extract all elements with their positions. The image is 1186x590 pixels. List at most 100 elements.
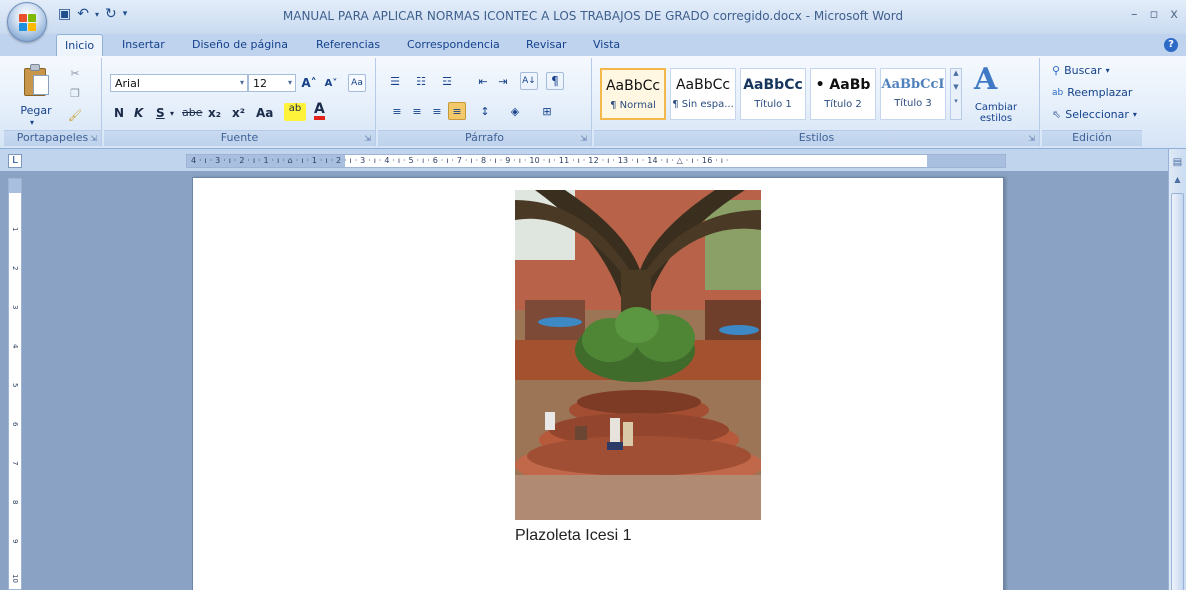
- horizontal-ruler[interactable]: 4 · ı · 3 · ı · 2 · ı · 1 · ı · ⌂ · ı · …: [186, 154, 1006, 168]
- find-label: Buscar: [1064, 64, 1102, 77]
- shading-icon[interactable]: ◈: [506, 102, 524, 120]
- scrollbar-thumb[interactable]: [1171, 193, 1184, 590]
- ruler-bar: L 4 · ı · 3 · ı · 2 · ı · 1 · ı · ⌂ · ı …: [0, 149, 1186, 171]
- vertical-ruler-tick: 4: [11, 344, 19, 349]
- style-name: ¶ Normal: [610, 100, 656, 111]
- more-styles-icon[interactable]: ▾: [951, 97, 961, 105]
- numbering-icon[interactable]: ☷: [412, 72, 430, 90]
- tab-revisar[interactable]: Revisar: [526, 38, 566, 51]
- tab-insertar[interactable]: Insertar: [122, 38, 165, 51]
- style-sin-espaciado[interactable]: AaBbCc ¶ Sin espa...: [670, 68, 736, 120]
- title-bar: ▣ ↶ ▾ ↻ ▾ MANUAL PARA APLICAR NORMAS ICO…: [0, 0, 1186, 42]
- cut-icon[interactable]: ✂: [66, 64, 84, 82]
- group-parrafo: ☰ ☷ ☲ ⇤ ⇥ A↓ ¶ ≡ ≡ ≡ ≡ ↕ ◈ ⊞ Párrafo ⇲: [378, 58, 592, 146]
- style-titulo-2[interactable]: • AaBb Título 2: [810, 68, 876, 120]
- grow-font-icon[interactable]: A˄: [300, 74, 318, 92]
- find-button[interactable]: ⚲ Buscar ▾: [1052, 64, 1110, 77]
- bold-button[interactable]: N: [114, 106, 124, 120]
- vertical-ruler-tick: 10: [11, 574, 19, 583]
- underline-dropdown-icon[interactable]: ▾: [170, 109, 174, 118]
- highlight-icon[interactable]: ab: [284, 103, 306, 121]
- scroll-down-icon[interactable]: ▼: [951, 83, 961, 91]
- minimize-icon[interactable]: –: [1131, 7, 1138, 22]
- tab-selector[interactable]: L: [8, 154, 22, 168]
- plaza-photo-illustration: [515, 190, 761, 520]
- font-name-combo[interactable]: Arial ▾: [110, 74, 248, 92]
- shrink-font-icon[interactable]: A˅: [322, 74, 340, 92]
- style-sample: • AaBb: [815, 77, 871, 93]
- vertical-ruler-tick: 9: [11, 539, 19, 544]
- tab-correspondencia[interactable]: Correspondencia: [407, 38, 500, 51]
- office-button[interactable]: [7, 2, 47, 42]
- align-right-icon[interactable]: ≡: [428, 102, 446, 120]
- multilevel-list-icon[interactable]: ☲: [438, 72, 456, 90]
- font-size-combo[interactable]: 12 ▾: [248, 74, 296, 92]
- paste-button[interactable]: Pegar: [16, 104, 56, 117]
- vertical-ruler[interactable]: 1 2 3 4 5 6 7 8 9 10: [8, 178, 22, 590]
- vertical-scrollbar[interactable]: ▤ ▲: [1168, 149, 1186, 590]
- document-photo[interactable]: [515, 190, 761, 520]
- copy-icon[interactable]: ❐: [66, 84, 84, 102]
- group-edicion: ⚲ Buscar ▾ ab Reemplazar ⇖ Seleccionar ▾ E…: [1042, 58, 1142, 146]
- window-controls: – ▫ x: [1131, 7, 1178, 22]
- group-label-parrafo: Párrafo ⇲: [378, 130, 591, 146]
- justify-icon[interactable]: ≡: [448, 102, 466, 120]
- tab-inicio[interactable]: Inicio: [56, 34, 104, 57]
- cursor-arrow-icon: ⇖: [1052, 108, 1062, 121]
- sort-icon[interactable]: A↓: [520, 72, 538, 90]
- align-center-icon[interactable]: ≡: [408, 102, 426, 120]
- paste-icon[interactable]: [24, 64, 50, 96]
- line-spacing-icon[interactable]: ↕: [476, 102, 494, 120]
- vertical-ruler-tick: 7: [11, 461, 19, 466]
- dialog-launcher-icon[interactable]: ⇲: [580, 134, 587, 143]
- change-styles-button[interactable]: Cambiar estilos: [966, 102, 1026, 124]
- increase-indent-icon[interactable]: ⇥: [494, 72, 512, 90]
- superscript-button[interactable]: x²: [232, 106, 245, 120]
- format-painter-icon[interactable]: 🖌: [66, 106, 84, 124]
- window-title: MANUAL PARA APLICAR NORMAS ICONTEC A LOS…: [282, 9, 904, 23]
- ribbon-tabs: Inicio Insertar Diseño de página Referen…: [0, 34, 1186, 57]
- italic-button[interactable]: K: [134, 106, 143, 120]
- scroll-up-icon[interactable]: ▲: [1171, 175, 1184, 189]
- change-styles-icon[interactable]: A: [974, 62, 997, 97]
- select-button[interactable]: ⇖ Seleccionar ▾: [1052, 108, 1137, 121]
- scroll-up-icon[interactable]: ▲: [951, 69, 961, 77]
- style-sample: AaBbCcI: [881, 77, 945, 92]
- clear-formatting-icon[interactable]: Aa: [348, 74, 366, 92]
- office-logo-icon: [19, 14, 37, 32]
- subscript-button[interactable]: x₂: [208, 106, 221, 120]
- group-label-portapapeles: Portapapeles ⇲: [4, 130, 101, 146]
- restore-icon[interactable]: ▫: [1149, 7, 1158, 22]
- dialog-launcher-icon[interactable]: ⇲: [1028, 134, 1035, 143]
- dialog-launcher-icon[interactable]: ⇲: [364, 134, 371, 143]
- help-icon[interactable]: ?: [1164, 38, 1178, 52]
- style-name: Título 2: [824, 99, 862, 110]
- style-normal[interactable]: AaBbCc ¶ Normal: [600, 68, 666, 120]
- decrease-indent-icon[interactable]: ⇤: [474, 72, 492, 90]
- dialog-launcher-icon[interactable]: ⇲: [90, 134, 97, 143]
- show-paragraph-marks-icon[interactable]: ¶: [546, 72, 564, 90]
- style-titulo-3[interactable]: AaBbCcI Título 3: [880, 68, 946, 120]
- group-portapapeles: Pegar ▾ ✂ ❐ 🖌 Portapapeles ⇲: [4, 58, 102, 146]
- align-left-icon[interactable]: ≡: [388, 102, 406, 120]
- bullets-icon[interactable]: ☰: [386, 72, 404, 90]
- borders-icon[interactable]: ⊞: [538, 102, 556, 120]
- paste-dropdown-icon[interactable]: ▾: [30, 118, 34, 127]
- font-color-icon[interactable]: A: [314, 102, 325, 120]
- tab-vista[interactable]: Vista: [593, 38, 620, 51]
- vertical-ruler-tick: 3: [11, 305, 19, 310]
- tab-diseno-de-pagina[interactable]: Diseño de página: [192, 38, 288, 51]
- group-label-edicion: Edición: [1042, 130, 1142, 146]
- replace-icon: ab: [1052, 87, 1064, 98]
- change-case-button[interactable]: Aa: [256, 106, 273, 120]
- strikethrough-button[interactable]: abe: [182, 106, 203, 119]
- styles-gallery-scroll[interactable]: ▲ ▼ ▾: [950, 68, 962, 120]
- document-page[interactable]: Plazoleta Icesi 1: [192, 177, 1004, 590]
- replace-button[interactable]: ab Reemplazar: [1052, 86, 1132, 99]
- style-titulo-1[interactable]: AaBbCc Título 1: [740, 68, 806, 120]
- tab-referencias[interactable]: Referencias: [316, 38, 380, 51]
- view-ruler-toggle-icon[interactable]: ▤: [1171, 157, 1184, 171]
- underline-button[interactable]: S: [156, 106, 165, 120]
- close-icon[interactable]: x: [1170, 7, 1178, 22]
- vertical-ruler-tick: 2: [11, 266, 19, 271]
